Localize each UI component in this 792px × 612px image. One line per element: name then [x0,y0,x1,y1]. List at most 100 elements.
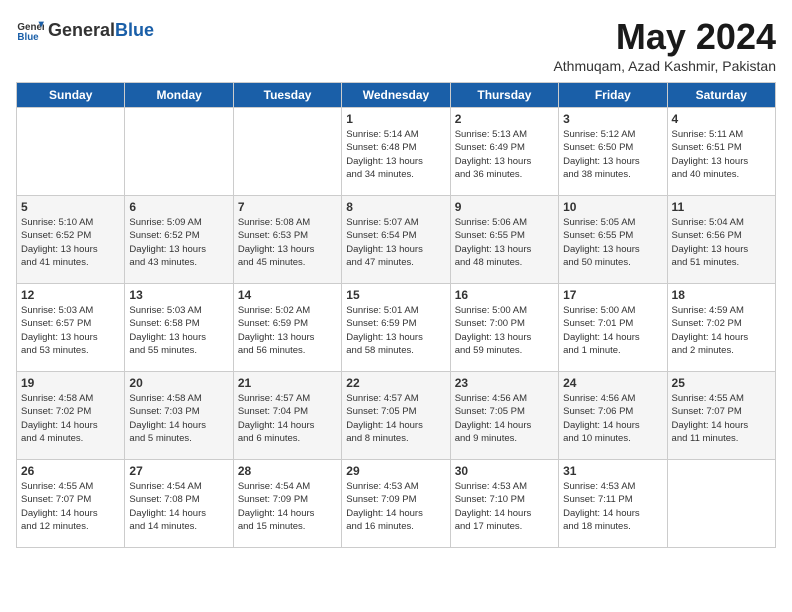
title-block: May 2024 Athmuqam, Azad Kashmir, Pakista… [553,16,776,74]
calendar-cell: 27 Sunrise: 4:54 AMSunset: 7:08 PMDayligh… [125,460,233,548]
logo: General Blue General Blue [16,16,154,44]
cell-info: Sunrise: 4:53 AMSunset: 7:11 PMDaylight:… [563,480,662,533]
calendar-cell: 7Sunrise: 5:08 AMSunset: 6:53 PMDaylight… [233,196,341,284]
calendar-cell: 21 Sunrise: 4:57 AMSunset: 7:04 PMDayligh… [233,372,341,460]
calendar-cell: 13Sunrise: 5:03 AMSunset: 6:58 PMDayligh… [125,284,233,372]
calendar-cell: 30Sunrise: 4:53 AMSunset: 7:10 PMDayligh… [450,460,558,548]
logo-blue-text: Blue [115,20,154,41]
calendar-cell: 23 Sunrise: 4:56 AMSunset: 7:05 PMDayligh… [450,372,558,460]
day-header-sunday: Sunday [17,83,125,108]
calendar-cell: 24 Sunrise: 4:56 AMSunset: 7:06 PMDayligh… [559,372,667,460]
day-header-wednesday: Wednesday [342,83,450,108]
cell-info: Sunrise: 4:55 AMSunset: 7:07 PMDaylight:… [672,392,771,445]
svg-text:Blue: Blue [17,32,39,43]
week-row-5: 26Sunrise: 4:55 AMSunset: 7:07 PMDayligh… [17,460,776,548]
cell-date: 7 [238,200,337,214]
cell-date: 23 [455,376,554,390]
cell-info: Sunrise: 4:55 AMSunset: 7:07 PMDaylight:… [21,480,120,533]
calendar-cell [667,460,775,548]
cell-info: Sunrise: 4:54 AMSunset: 7:08 PMDaylight:… [129,480,228,533]
cell-date: 25 [672,376,771,390]
cell-info: Sunrise: 5:03 AMSunset: 6:57 PMDaylight:… [21,304,120,357]
cell-info: Sunrise: 5:05 AMSunset: 6:55 PMDaylight:… [563,216,662,269]
day-header-tuesday: Tuesday [233,83,341,108]
cell-info: Sunrise: 4:59 AMSunset: 7:02 PMDaylight:… [672,304,771,357]
cell-date: 15 [346,288,445,302]
cell-date: 30 [455,464,554,478]
cell-info: Sunrise: 4:56 AMSunset: 7:06 PMDaylight:… [563,392,662,445]
cell-date: 5 [21,200,120,214]
days-header-row: SundayMondayTuesdayWednesdayThursdayFrid… [17,83,776,108]
calendar-cell: 19 Sunrise: 4:58 AMSunset: 7:02 PMDayligh… [17,372,125,460]
cell-date: 28 [238,464,337,478]
cell-date: 6 [129,200,228,214]
cell-info: Sunrise: 5:04 AMSunset: 6:56 PMDaylight:… [672,216,771,269]
cell-date: 19 [21,376,120,390]
logo-icon: General Blue [16,16,44,44]
week-row-4: 19 Sunrise: 4:58 AMSunset: 7:02 PMDayligh… [17,372,776,460]
calendar-cell: 1 Sunrise: 5:14 AMSunset: 6:48 PMDaylight… [342,108,450,196]
week-row-3: 12 Sunrise: 5:03 AMSunset: 6:57 PMDayligh… [17,284,776,372]
cell-info: Sunrise: 5:13 AMSunset: 6:49 PMDaylight:… [455,128,554,181]
calendar-cell: 2 Sunrise: 5:13 AMSunset: 6:49 PMDaylight… [450,108,558,196]
calendar-cell: 16 Sunrise: 5:00 AMSunset: 7:00 PMDayligh… [450,284,558,372]
day-header-friday: Friday [559,83,667,108]
calendar-cell: 6 Sunrise: 5:09 AMSunset: 6:52 PMDaylight… [125,196,233,284]
cell-date: 1 [346,112,445,126]
cell-date: 20 [129,376,228,390]
cell-date: 2 [455,112,554,126]
calendar-cell: 4 Sunrise: 5:11 AMSunset: 6:51 PMDaylight… [667,108,775,196]
cell-info: Sunrise: 5:00 AMSunset: 7:01 PMDaylight:… [563,304,662,357]
cell-info: Sunrise: 5:12 AMSunset: 6:50 PMDaylight:… [563,128,662,181]
cell-date: 31 [563,464,662,478]
calendar-cell: 10 Sunrise: 5:05 AMSunset: 6:55 PMDayligh… [559,196,667,284]
cell-date: 29 [346,464,445,478]
calendar-cell: 28 Sunrise: 4:54 AMSunset: 7:09 PMDayligh… [233,460,341,548]
calendar-title: May 2024 [553,16,776,58]
calendar-cell: 18 Sunrise: 4:59 AMSunset: 7:02 PMDayligh… [667,284,775,372]
cell-info: Sunrise: 5:09 AMSunset: 6:52 PMDaylight:… [129,216,228,269]
cell-info: Sunrise: 4:57 AMSunset: 7:05 PMDaylight:… [346,392,445,445]
cell-date: 21 [238,376,337,390]
calendar-cell: 20 Sunrise: 4:58 AMSunset: 7:03 PMDayligh… [125,372,233,460]
cell-info: Sunrise: 4:54 AMSunset: 7:09 PMDaylight:… [238,480,337,533]
cell-date: 27 [129,464,228,478]
cell-date: 22 [346,376,445,390]
day-header-monday: Monday [125,83,233,108]
calendar-table: SundayMondayTuesdayWednesdayThursdayFrid… [16,82,776,548]
cell-date: 16 [455,288,554,302]
cell-date: 14 [238,288,337,302]
cell-date: 12 [21,288,120,302]
calendar-cell [125,108,233,196]
cell-date: 10 [563,200,662,214]
calendar-cell: 9Sunrise: 5:06 AMSunset: 6:55 PMDaylight… [450,196,558,284]
calendar-cell: 17Sunrise: 5:00 AMSunset: 7:01 PMDayligh… [559,284,667,372]
cell-info: Sunrise: 4:58 AMSunset: 7:02 PMDaylight:… [21,392,120,445]
day-header-saturday: Saturday [667,83,775,108]
cell-info: Sunrise: 5:00 AMSunset: 7:00 PMDaylight:… [455,304,554,357]
cell-info: Sunrise: 4:53 AMSunset: 7:09 PMDaylight:… [346,480,445,533]
calendar-cell: 3Sunrise: 5:12 AMSunset: 6:50 PMDaylight… [559,108,667,196]
calendar-cell: 14Sunrise: 5:02 AMSunset: 6:59 PMDayligh… [233,284,341,372]
calendar-cell: 31 Sunrise: 4:53 AMSunset: 7:11 PMDayligh… [559,460,667,548]
cell-date: 24 [563,376,662,390]
cell-info: Sunrise: 4:56 AMSunset: 7:05 PMDaylight:… [455,392,554,445]
calendar-cell: 22 Sunrise: 4:57 AMSunset: 7:05 PMDayligh… [342,372,450,460]
cell-info: Sunrise: 4:58 AMSunset: 7:03 PMDaylight:… [129,392,228,445]
cell-date: 4 [672,112,771,126]
cell-date: 18 [672,288,771,302]
calendar-cell [17,108,125,196]
day-header-thursday: Thursday [450,83,558,108]
week-row-2: 5Sunrise: 5:10 AMSunset: 6:52 PMDaylight… [17,196,776,284]
header: General Blue General Blue May 2024 Athmu… [16,16,776,74]
calendar-subtitle: Athmuqam, Azad Kashmir, Pakistan [553,58,776,74]
calendar-cell: 12 Sunrise: 5:03 AMSunset: 6:57 PMDayligh… [17,284,125,372]
calendar-cell: 8Sunrise: 5:07 AMSunset: 6:54 PMDaylight… [342,196,450,284]
cell-info: Sunrise: 5:11 AMSunset: 6:51 PMDaylight:… [672,128,771,181]
cell-date: 8 [346,200,445,214]
calendar-cell: 25 Sunrise: 4:55 AMSunset: 7:07 PMDayligh… [667,372,775,460]
cell-info: Sunrise: 4:57 AMSunset: 7:04 PMDaylight:… [238,392,337,445]
calendar-cell: 15Sunrise: 5:01 AMSunset: 6:59 PMDayligh… [342,284,450,372]
cell-info: Sunrise: 5:14 AMSunset: 6:48 PMDaylight:… [346,128,445,181]
cell-date: 11 [672,200,771,214]
